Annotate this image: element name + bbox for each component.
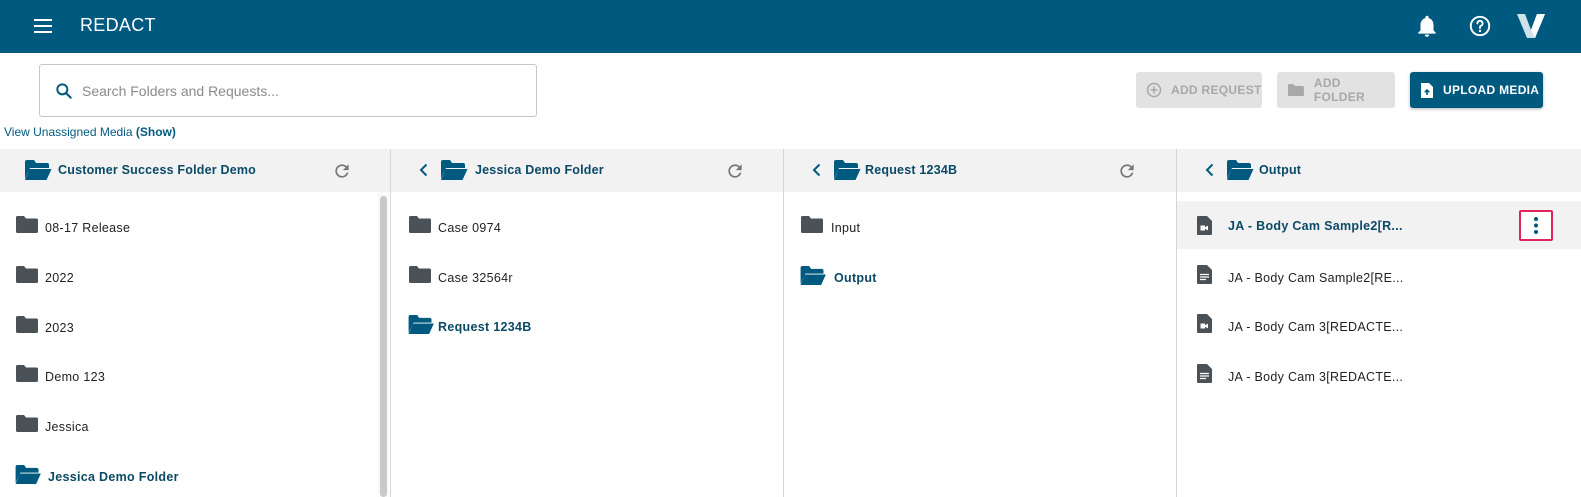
column-title: Jessica Demo Folder bbox=[475, 163, 604, 177]
folder-open-icon bbox=[25, 160, 52, 180]
folder-row[interactable]: 2022 bbox=[0, 252, 390, 298]
folder-row[interactable]: 08-17 Release bbox=[0, 202, 390, 248]
folder-icon bbox=[409, 216, 431, 233]
folder-icon bbox=[16, 415, 38, 432]
folder-icon bbox=[801, 216, 823, 233]
folder-column-1: Customer Success Folder Demo 08-17 Relea… bbox=[0, 149, 390, 497]
folder-label: Input bbox=[831, 221, 861, 235]
hamburger-menu-icon[interactable] bbox=[30, 14, 56, 38]
folder-open-icon bbox=[15, 464, 41, 485]
folder-row-active[interactable]: Output bbox=[784, 252, 1176, 298]
folder-icon bbox=[1287, 84, 1304, 96]
folder-open-icon bbox=[1227, 160, 1254, 180]
refresh-icon[interactable] bbox=[725, 161, 745, 181]
folder-open-icon bbox=[834, 160, 861, 180]
column-title: Customer Success Folder Demo bbox=[58, 163, 257, 177]
search-field[interactable] bbox=[39, 64, 537, 117]
column-title: Output bbox=[1259, 163, 1302, 177]
file-row[interactable]: JA - Body Cam 3[REDACTE... bbox=[1177, 301, 1581, 347]
folder-label: Output bbox=[834, 271, 877, 285]
folder-row[interactable]: Jessica bbox=[0, 401, 390, 447]
document-file-icon bbox=[1197, 364, 1212, 383]
column-title: Request 1234B bbox=[865, 163, 958, 177]
more-vert-icon bbox=[1534, 217, 1538, 234]
chevron-left-icon[interactable] bbox=[809, 162, 825, 178]
file-row[interactable]: JA - Body Cam Sample2[RE... bbox=[1177, 252, 1581, 298]
add-request-label: ADD REQUEST bbox=[1171, 83, 1262, 97]
folder-label: 2023 bbox=[45, 321, 75, 335]
search-input[interactable] bbox=[82, 77, 522, 105]
chevron-left-icon[interactable] bbox=[416, 162, 432, 178]
brand-logo-icon bbox=[1516, 13, 1546, 39]
folder-label: Case 0974 bbox=[438, 221, 502, 235]
scrollbar-thumb[interactable] bbox=[380, 196, 387, 497]
folder-label: 08-17 Release bbox=[45, 221, 131, 235]
folder-label: Jessica Demo Folder bbox=[48, 470, 179, 484]
upload-file-icon bbox=[1421, 82, 1433, 98]
add-request-button[interactable]: ADD REQUEST bbox=[1136, 72, 1262, 108]
folder-open-icon bbox=[408, 314, 434, 335]
add-circle-icon bbox=[1146, 82, 1162, 98]
notifications-bell-icon[interactable] bbox=[1414, 13, 1440, 39]
upload-media-label: UPLOAD MEDIA bbox=[1443, 83, 1540, 97]
folder-open-icon bbox=[441, 160, 468, 180]
add-folder-label: ADD FOLDER bbox=[1313, 76, 1366, 104]
folder-icon bbox=[16, 316, 38, 333]
folder-row[interactable]: Demo 123 bbox=[0, 351, 390, 397]
folder-icon bbox=[409, 266, 431, 283]
document-file-icon bbox=[1197, 265, 1212, 284]
file-row[interactable]: JA - Body Cam 3[REDACTE... bbox=[1177, 351, 1581, 397]
folder-open-icon bbox=[800, 265, 826, 286]
help-icon[interactable] bbox=[1467, 13, 1493, 39]
chevron-left-icon[interactable] bbox=[1202, 162, 1218, 178]
folder-row-active[interactable]: Jessica Demo Folder bbox=[0, 451, 390, 497]
folder-label: Case 32564r bbox=[438, 271, 513, 285]
folder-label: Request 1234B bbox=[438, 320, 532, 334]
file-label: JA - Body Cam 3[REDACTE... bbox=[1228, 370, 1404, 384]
refresh-icon[interactable] bbox=[1117, 161, 1137, 181]
video-file-icon bbox=[1197, 314, 1212, 333]
folder-label: Jessica bbox=[45, 420, 89, 434]
file-label: JA - Body Cam Sample2[R... bbox=[1228, 219, 1403, 233]
folder-column-4: Output JA - Body Cam Sample2[R... JA - B… bbox=[1177, 149, 1581, 497]
folder-icon bbox=[16, 216, 38, 233]
file-label: JA - Body Cam Sample2[RE... bbox=[1228, 271, 1404, 285]
folder-row[interactable]: Case 0974 bbox=[391, 202, 783, 248]
folder-row-active[interactable]: Request 1234B bbox=[391, 301, 783, 347]
folder-label: 2022 bbox=[45, 271, 75, 285]
folder-column-2: Jessica Demo Folder Case 0974 Case 32564… bbox=[391, 149, 783, 497]
folder-label: Demo 123 bbox=[45, 370, 106, 384]
more-options-button[interactable] bbox=[1519, 210, 1553, 241]
column-header: Jessica Demo Folder bbox=[391, 149, 783, 192]
folder-icon bbox=[16, 365, 38, 382]
app-title: REDACT bbox=[80, 15, 156, 35]
search-icon bbox=[56, 83, 72, 99]
column-header: Request 1234B bbox=[784, 149, 1176, 192]
file-label: JA - Body Cam 3[REDACTE... bbox=[1228, 320, 1404, 334]
upload-media-button[interactable]: UPLOAD MEDIA bbox=[1410, 72, 1543, 108]
column-header: Output bbox=[1177, 149, 1581, 192]
column-header: Customer Success Folder Demo bbox=[0, 149, 390, 192]
folder-icon bbox=[16, 266, 38, 283]
show-link[interactable]: (Show) bbox=[136, 125, 176, 139]
folder-row[interactable]: 2023 bbox=[0, 302, 390, 348]
unassigned-media-link[interactable]: View Unassigned Media (Show) bbox=[4, 125, 176, 139]
folder-row[interactable]: Input bbox=[784, 202, 1176, 248]
add-folder-button[interactable]: ADD FOLDER bbox=[1277, 72, 1395, 108]
unassigned-media-text: View Unassigned Media bbox=[4, 125, 136, 139]
folder-row[interactable]: Case 32564r bbox=[391, 252, 783, 298]
video-file-icon bbox=[1197, 216, 1212, 235]
top-app-bar: REDACT bbox=[0, 0, 1581, 53]
refresh-icon[interactable] bbox=[332, 161, 352, 181]
folder-column-3: Request 1234B Input Output bbox=[784, 149, 1176, 497]
